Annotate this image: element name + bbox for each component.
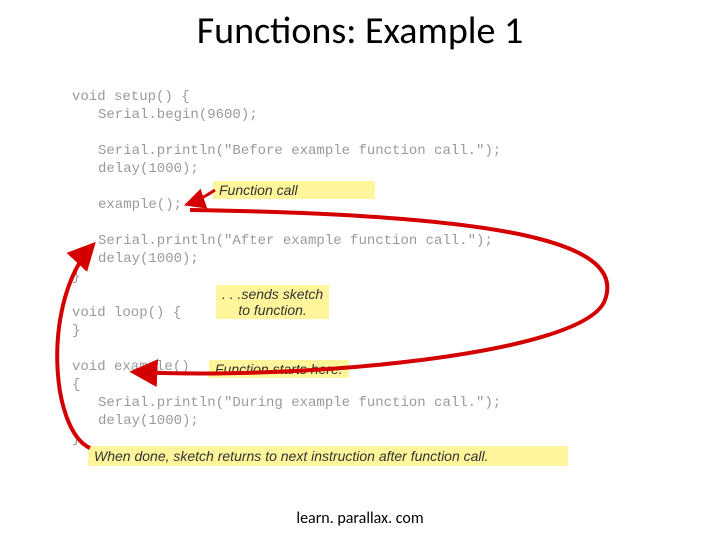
code-blank xyxy=(72,124,672,142)
code-line: Serial.println("Before example function … xyxy=(72,142,672,160)
code-line: void setup() { xyxy=(72,88,672,106)
callout-function-starts: Function starts here. xyxy=(209,360,349,378)
code-line: delay(1000); xyxy=(72,160,672,178)
code-line: Serial.begin(9600); xyxy=(72,106,672,124)
code-line: Serial.println("After example function c… xyxy=(72,232,672,250)
code-line: delay(1000); xyxy=(72,412,672,430)
code-blank xyxy=(72,340,672,358)
callout-function-call: Function call xyxy=(213,181,375,199)
code-line: delay(1000); xyxy=(72,250,672,268)
code-blank xyxy=(72,286,672,304)
code-line: void loop() { xyxy=(72,304,672,322)
slide-title: Functions: Example 1 xyxy=(0,0,720,54)
code-line: { xyxy=(72,376,672,394)
code-blank xyxy=(72,214,672,232)
code-line: void example() xyxy=(72,358,672,376)
footer-text: learn. parallax. com xyxy=(0,509,720,528)
code-line: } xyxy=(72,268,672,286)
code-line: } xyxy=(72,322,672,340)
callout-returns: When done, sketch returns to next instru… xyxy=(88,446,568,466)
callout-text: to function. xyxy=(238,302,307,318)
code-block: void setup() { Serial.begin(9600); Seria… xyxy=(72,88,672,448)
callout-text: . . .sends sketch xyxy=(222,286,323,302)
callout-sends-sketch: . . .sends sketch to function. xyxy=(216,285,329,319)
code-line: Serial.println("During example function … xyxy=(72,394,672,412)
